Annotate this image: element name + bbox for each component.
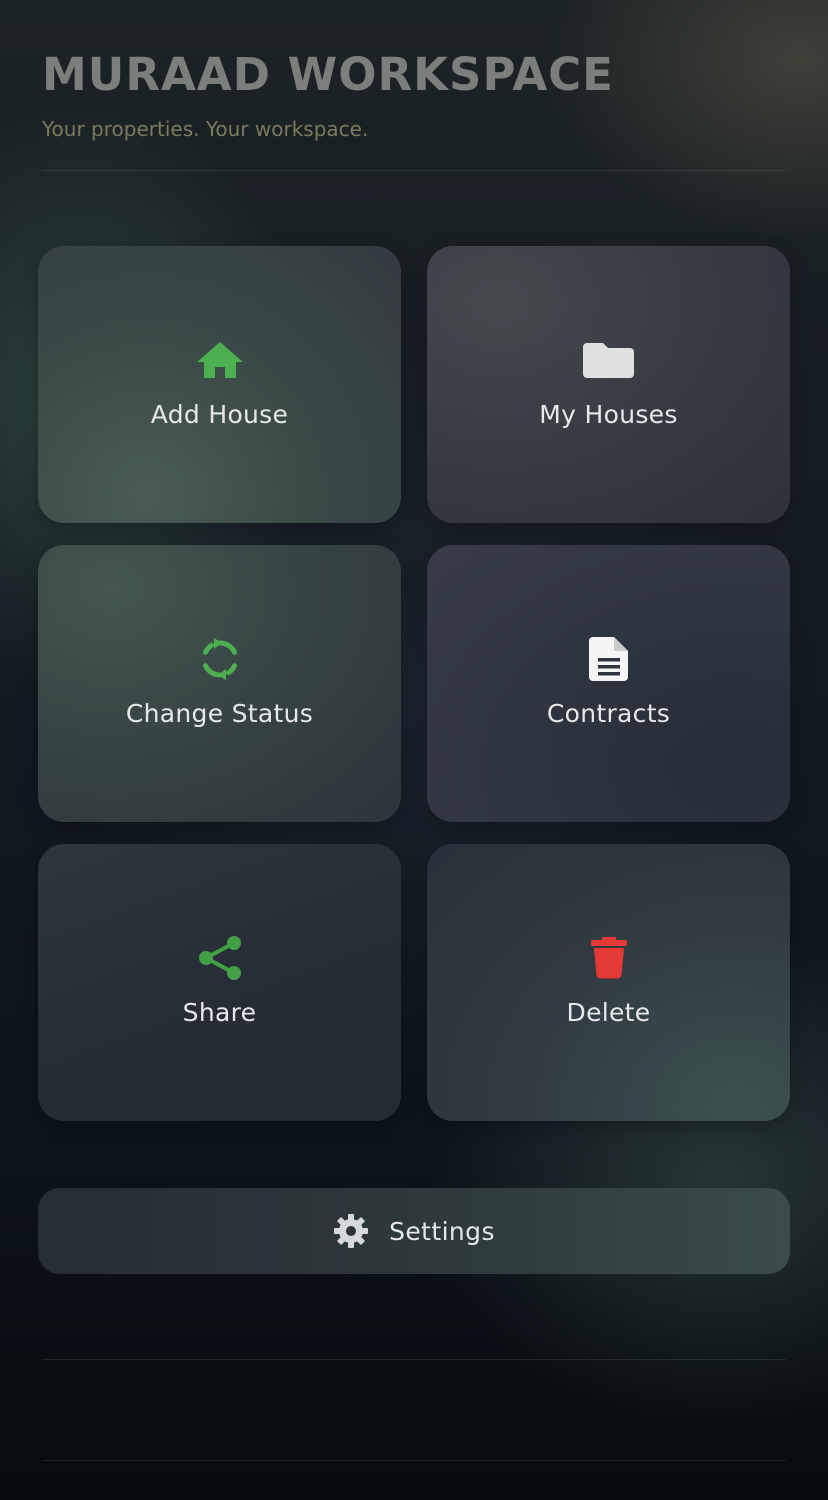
share-icon: [194, 932, 246, 984]
folder-icon: [582, 334, 635, 386]
my-houses-label: My Houses: [539, 400, 678, 429]
page-subtitle: Your properties. Your workspace.: [42, 117, 369, 141]
delete-tile[interactable]: Delete: [427, 844, 790, 1121]
share-tile[interactable]: Share: [38, 844, 401, 1121]
contracts-label: Contracts: [546, 699, 671, 728]
house-icon: [194, 334, 246, 386]
gear-icon: [333, 1213, 369, 1249]
my-houses-tile[interactable]: My Houses: [427, 246, 790, 523]
page-title: MURAAD WORKSPACE: [42, 48, 614, 101]
add-house-tile[interactable]: Add House: [38, 246, 401, 523]
settings-label: Settings: [389, 1216, 495, 1246]
footer-divider-top: [42, 1359, 786, 1360]
refresh-icon: [194, 633, 246, 685]
delete-label: Delete: [566, 998, 651, 1027]
header-divider: [42, 170, 786, 171]
change-status-tile[interactable]: Change Status: [38, 545, 401, 822]
workspace-screen: MURAAD WORKSPACE Your properties. Your w…: [0, 0, 828, 1500]
action-grid: Add House My Houses Change Status Contra…: [38, 246, 790, 1121]
header: MURAAD WORKSPACE Your properties. Your w…: [42, 48, 786, 141]
share-label: Share: [182, 998, 257, 1027]
change-status-label: Change Status: [125, 699, 314, 728]
contracts-tile[interactable]: Contracts: [427, 545, 790, 822]
document-icon: [583, 633, 635, 685]
add-house-label: Add House: [150, 400, 289, 429]
trash-icon: [583, 932, 635, 984]
footer-divider-bottom: [42, 1460, 786, 1461]
settings-button[interactable]: Settings: [38, 1188, 790, 1274]
